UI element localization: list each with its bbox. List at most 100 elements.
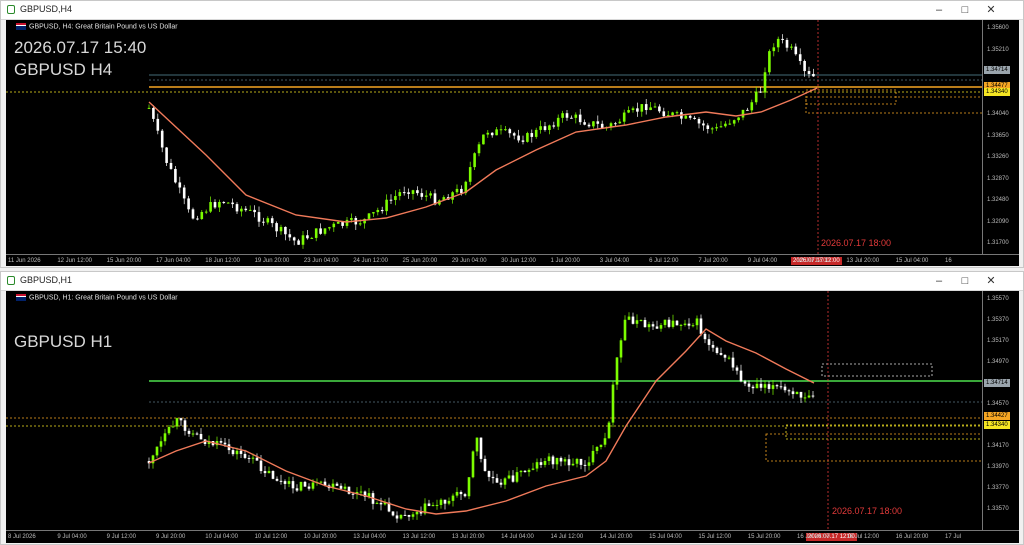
candle-body	[595, 447, 599, 451]
candle-body	[486, 132, 490, 135]
candle-body	[451, 495, 455, 501]
candle-body	[732, 120, 736, 124]
candle-body	[226, 202, 230, 204]
price-scale-label: 1.35170	[987, 338, 1009, 344]
maximize-button[interactable]: □	[953, 273, 977, 289]
candle-body	[587, 124, 591, 127]
chart-header: GBPUSD, H4: Great Britain Pound vs US Do…	[16, 23, 178, 30]
candle-body	[737, 117, 740, 121]
candle-body	[231, 450, 235, 455]
candle-body	[271, 470, 275, 479]
candle-body	[776, 38, 780, 48]
candle-body	[631, 316, 635, 324]
gbp-flag-icon	[16, 23, 26, 30]
candle-body	[619, 340, 623, 358]
candle-body	[358, 223, 362, 225]
candle-body	[255, 457, 259, 461]
time-scale[interactable]: 2026.07.17 12:00 8 Jul 2026 9 Jul 04:00 9 …	[6, 530, 1019, 543]
time-scale-label: 3 Jul 04:00	[599, 258, 630, 264]
candle-body	[671, 320, 675, 327]
price-chart[interactable]: GBPUSD, H1: Great Britain Pound vs US Do…	[6, 291, 1019, 543]
candle-body	[306, 235, 309, 239]
candle-body	[759, 383, 763, 388]
close-button[interactable]: ✕	[979, 273, 1003, 289]
candle-body	[447, 500, 451, 504]
time-scale[interactable]: 2026.07.17 12:00 11 Jun 2026 12 Jun 12:00…	[6, 254, 1019, 266]
chart-window-h1[interactable]: GBPUSD,H1 – □ ✕ GBPUSD, H1: Great Britai…	[0, 271, 1024, 545]
window-titlebar[interactable]: GBPUSD,H4 – □ ✕	[1, 1, 1023, 20]
candle-body	[491, 476, 495, 479]
candle-body	[259, 460, 263, 472]
candle-body	[385, 199, 388, 212]
candle-body	[336, 221, 340, 224]
maximize-button[interactable]: □	[953, 2, 977, 18]
time-scale-label: 9 Jul 04:00	[747, 258, 778, 264]
candle-body	[332, 223, 336, 228]
price-tag: 1.34714	[984, 66, 1010, 74]
candle-body	[731, 357, 735, 368]
time-scale-label: 15 Jul 20:00	[747, 534, 781, 540]
candle-body	[503, 478, 507, 485]
candle-body	[693, 117, 696, 119]
price-scale[interactable]: 1.355701.353701.351701.349701.347701.345…	[982, 291, 1019, 530]
time-scale-label: 9 Jul 04:00	[57, 534, 87, 540]
candle-body	[467, 477, 471, 497]
candle-body	[499, 482, 503, 485]
candle-body	[799, 391, 803, 398]
minimize-button[interactable]: –	[927, 2, 951, 18]
candle-body	[395, 515, 399, 519]
chart-caption-datetime: 2026.07.17 15:40	[14, 38, 147, 57]
candle-body	[347, 486, 351, 494]
time-scale-label: 23 Jun 04:00	[303, 258, 339, 264]
candle-body	[556, 117, 560, 127]
price-scale-label: 1.35600	[987, 25, 1009, 31]
window-titlebar[interactable]: GBPUSD,H1 – □ ✕	[1, 272, 1023, 291]
price-scale[interactable]: 1.356001.352101.348201.344301.340401.336…	[982, 20, 1019, 254]
candle-body	[768, 51, 771, 73]
candle-body	[795, 391, 799, 395]
candle-body	[301, 235, 305, 245]
candle-body	[640, 104, 644, 112]
price-chart[interactable]: GBPUSD, H4: Great Britain Pound vs US Do…	[6, 20, 1019, 266]
candle-body	[335, 483, 339, 486]
candle-body	[287, 481, 291, 484]
window-title: GBPUSD,H4	[20, 4, 73, 14]
minimize-button[interactable]: –	[927, 273, 951, 289]
candle-body	[266, 218, 270, 223]
candle-body	[697, 118, 701, 124]
time-scale-label: 17 Jul	[945, 534, 962, 540]
candle-body	[699, 318, 703, 334]
price-scale-label: 1.35570	[987, 296, 1009, 302]
candle-body	[639, 319, 643, 321]
candle-body	[314, 228, 318, 238]
chart-window-h4[interactable]: GBPUSD,H4 – □ ✕ GBPUSD, H4: Great Britai…	[0, 0, 1024, 268]
candle-body	[147, 107, 151, 109]
candle-body	[675, 320, 679, 326]
candle-body	[647, 324, 651, 328]
candle-body	[310, 237, 314, 239]
candle-body	[443, 499, 447, 504]
candle-body	[191, 433, 195, 435]
candle-body	[739, 370, 743, 382]
time-scale-label: 30 Jun 12:00	[501, 258, 536, 264]
time-scale-label: 14 Jul 04:00	[501, 534, 534, 540]
candle-body	[790, 46, 793, 48]
candle-body	[288, 234, 292, 238]
candle-body	[165, 147, 168, 163]
time-scale-label: 25 Jun 20:00	[402, 258, 438, 264]
close-button[interactable]: ✕	[979, 2, 1003, 18]
candle-body	[735, 367, 739, 371]
candlestick-plot[interactable]	[6, 20, 1019, 266]
moving-average-line	[148, 87, 818, 223]
vertical-line-label: 2026.07.17 18:00	[821, 238, 892, 248]
time-scale-label: 16 Jul 12:00	[846, 534, 880, 540]
candle-body	[171, 426, 175, 428]
candle-body	[247, 457, 251, 459]
candle-body	[631, 108, 635, 111]
candle-body	[475, 437, 479, 452]
candle-body	[257, 212, 261, 222]
price-scale-label: 1.32480	[987, 197, 1009, 203]
candle-body	[723, 354, 727, 358]
candle-body	[350, 218, 353, 220]
price-tag: 1.34427	[984, 412, 1010, 420]
